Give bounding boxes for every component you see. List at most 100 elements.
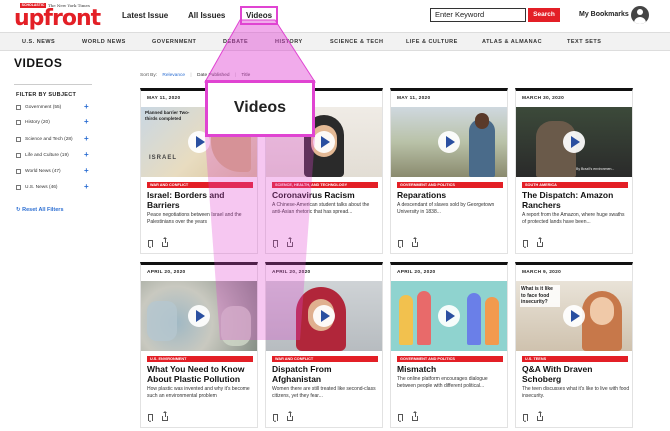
sort-relevance[interactable]: Relevance — [162, 73, 185, 78]
video-thumbnail[interactable]: What is it like to face food insecurity? — [516, 281, 632, 351]
checkbox[interactable] — [16, 153, 21, 158]
my-bookmarks-link[interactable]: My Bookmarks — [579, 11, 629, 18]
sort-date-published[interactable]: Date Published — [197, 73, 230, 78]
category-tag[interactable]: U.S. ENVIRONMENT — [147, 356, 253, 362]
category-tag[interactable]: U.S. TEENS — [522, 356, 628, 362]
subnav-atlas-almanac[interactable]: ATLAS & ALMANAC — [482, 39, 542, 45]
category-tag[interactable]: SCIENCE, HEALTH, AND TECHNOLOGY — [272, 182, 378, 188]
category-tag[interactable]: SOUTH AMERICA — [522, 182, 628, 188]
plus-icon[interactable]: + — [84, 150, 89, 160]
share-icon[interactable] — [287, 411, 293, 421]
nav-latest-issue[interactable]: Latest Issue — [122, 11, 168, 20]
subnav-government[interactable]: GOVERNMENT — [152, 39, 196, 45]
card-title[interactable]: Q&A With Draven Schoberg — [522, 364, 630, 384]
video-thumbnail[interactable] — [141, 281, 257, 351]
card-title[interactable]: Reparations — [397, 190, 505, 200]
filter-us-news[interactable]: U.S. News (46) + — [16, 182, 94, 192]
section-nav: U.S. NEWS WORLD NEWS GOVERNMENT DEBATE H… — [0, 33, 670, 51]
video-card[interactable]: APRIL 20, 2020 WAR AND CONFLICT Dispatch… — [265, 262, 383, 428]
page-title: VIDEOS — [14, 56, 63, 70]
subnav-us-news[interactable]: U.S. NEWS — [22, 39, 55, 45]
plus-icon[interactable]: + — [84, 117, 89, 127]
play-icon[interactable] — [563, 305, 585, 327]
thumb-label: ISRAEL — [149, 155, 178, 161]
share-icon[interactable] — [537, 237, 543, 247]
search-input[interactable]: Enter Keyword — [430, 8, 526, 22]
video-thumbnail[interactable]: By Brazil's environmen... — [516, 107, 632, 177]
user-icon[interactable] — [631, 6, 649, 24]
bookmark-icon[interactable] — [148, 240, 153, 248]
card-title[interactable]: Mismatch — [397, 364, 505, 374]
share-icon[interactable] — [162, 237, 168, 247]
card-title[interactable]: Coronavirus Racism — [272, 190, 380, 200]
checkbox[interactable] — [16, 137, 21, 142]
checkbox[interactable] — [16, 105, 21, 110]
share-icon[interactable] — [287, 237, 293, 247]
checkbox[interactable] — [16, 185, 21, 190]
filter-life-culture[interactable]: Life and Culture (19) + — [16, 150, 94, 160]
bookmark-icon[interactable] — [398, 414, 403, 422]
reset-filters-link[interactable]: ↻ Reset All Filters — [16, 207, 64, 213]
play-icon[interactable] — [313, 305, 335, 327]
bookmark-icon[interactable] — [398, 240, 403, 248]
filter-world-news[interactable]: World News (47) + — [16, 166, 94, 176]
card-title[interactable]: The Dispatch: Amazon Ranchers — [522, 190, 630, 210]
play-icon[interactable] — [563, 131, 585, 153]
filter-history[interactable]: History (20) + — [16, 117, 94, 127]
play-icon[interactable] — [188, 305, 210, 327]
video-thumbnail[interactable] — [391, 107, 507, 177]
card-description: The online platform encourages dialogue … — [397, 376, 488, 389]
subnav-science-tech[interactable]: SCIENCE & TECH — [330, 39, 383, 45]
share-icon[interactable] — [412, 237, 418, 247]
search-button[interactable]: Search — [528, 8, 560, 22]
subnav-life-culture[interactable]: LIFE & CULTURE — [406, 39, 458, 45]
bookmark-icon[interactable] — [148, 414, 153, 422]
nav-all-issues[interactable]: All Issues — [188, 11, 225, 20]
bookmark-icon[interactable] — [273, 414, 278, 422]
subnav-world-news[interactable]: WORLD NEWS — [82, 39, 126, 45]
zoom-callout: Videos — [205, 80, 315, 137]
plus-icon[interactable]: + — [84, 134, 89, 144]
subnav-text-sets[interactable]: TEXT SETS — [567, 39, 601, 45]
plus-icon[interactable]: + — [84, 166, 89, 176]
play-icon[interactable] — [313, 131, 335, 153]
sort-separator: | — [190, 73, 192, 78]
card-title[interactable]: What You Need to Know About Plastic Poll… — [147, 364, 255, 384]
nav-videos[interactable]: Videos — [240, 6, 279, 25]
card-title[interactable]: Israel: Borders and Barriers — [147, 190, 255, 210]
cartoon-person — [485, 297, 499, 345]
video-card[interactable]: APRIL 20, 2020 GOVERNMENT AND POLITICS M… — [390, 262, 508, 428]
subnav-history[interactable]: HISTORY — [275, 39, 303, 45]
category-tag[interactable]: GOVERNMENT AND POLITICS — [397, 356, 503, 362]
plus-icon[interactable]: + — [84, 102, 89, 112]
video-thumbnail[interactable] — [391, 281, 507, 351]
video-card[interactable]: MARCH 30, 2020 By Brazil's environmen...… — [515, 88, 633, 254]
video-card[interactable]: MAY 11, 2020 GOVERNMENT AND POLITICS Rep… — [390, 88, 508, 254]
checkbox[interactable] — [16, 169, 21, 174]
upfront-logo[interactable]: SCHOLASTIC The New York Times upfront — [14, 3, 101, 31]
category-tag[interactable]: WAR AND CONFLICT — [147, 182, 253, 188]
share-icon[interactable] — [537, 411, 543, 421]
bookmark-icon[interactable] — [523, 240, 528, 248]
video-card[interactable]: MARCH 9, 2020 What is it like to face fo… — [515, 262, 633, 428]
card-title[interactable]: Dispatch From Afghanistan — [272, 364, 380, 384]
card-date: APRIL 20, 2020 — [147, 270, 186, 275]
video-thumbnail[interactable] — [266, 281, 382, 351]
video-card[interactable]: APRIL 20, 2020 U.S. ENVIRONMENT What You… — [140, 262, 258, 428]
bookmark-icon[interactable] — [523, 414, 528, 422]
play-icon[interactable] — [438, 131, 460, 153]
filter-government[interactable]: Government (55) + — [16, 102, 94, 112]
card-description: A Chinese-American student talks about t… — [272, 202, 370, 215]
category-tag[interactable]: GOVERNMENT AND POLITICS — [397, 182, 503, 188]
card-description: The teen discusses what it's like to liv… — [522, 386, 630, 399]
bookmark-icon[interactable] — [273, 240, 278, 248]
share-icon[interactable] — [412, 411, 418, 421]
category-tag[interactable]: WAR AND CONFLICT — [272, 356, 378, 362]
filter-science-tech[interactable]: Science and Tech (28) + — [16, 134, 94, 144]
checkbox[interactable] — [16, 120, 21, 125]
play-icon[interactable] — [438, 305, 460, 327]
sort-title[interactable]: Title — [241, 73, 250, 78]
subnav-debate[interactable]: DEBATE — [223, 39, 248, 45]
share-icon[interactable] — [162, 411, 168, 421]
plus-icon[interactable]: + — [84, 182, 89, 192]
